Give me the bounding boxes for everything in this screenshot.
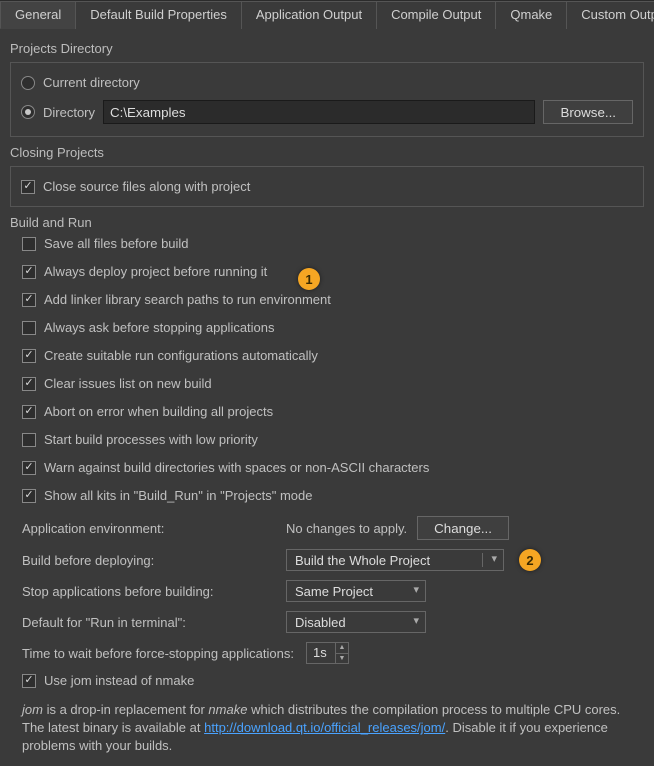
tab-custom-output-parsers[interactable]: Custom Output Parsers xyxy=(566,1,654,29)
checkbox-br-6-label: Abort on error when building all project… xyxy=(44,404,273,419)
checkbox-close-source-files[interactable] xyxy=(21,180,35,194)
checkbox-br-8[interactable] xyxy=(22,461,36,475)
checkbox-br-8-label: Warn against build directories with spac… xyxy=(44,460,429,475)
checkbox-br-7[interactable] xyxy=(22,433,36,447)
closing-projects-title: Closing Projects xyxy=(10,145,644,160)
default-terminal-label: Default for "Run in terminal": xyxy=(22,615,286,630)
checkbox-br-3-label: Always ask before stopping applications xyxy=(44,320,275,335)
default-terminal-value: Disabled xyxy=(295,615,346,630)
checkbox-br-7-label: Start build processes with low priority xyxy=(44,432,258,447)
build-before-deploy-combo[interactable]: Build the Whole Project xyxy=(286,549,504,571)
spin-down-icon[interactable]: ▼ xyxy=(336,653,348,664)
tab-qmake[interactable]: Qmake xyxy=(495,1,567,29)
projects-directory-title: Projects Directory xyxy=(10,41,644,56)
checkbox-br-0-label: Save all files before build xyxy=(44,236,189,251)
checkbox-br-0[interactable] xyxy=(22,237,36,251)
callout-1: 1 xyxy=(298,268,320,290)
radio-current-directory[interactable] xyxy=(21,76,35,90)
checkbox-br-9[interactable] xyxy=(22,489,36,503)
checkbox-br-1[interactable] xyxy=(22,265,36,279)
browse-button[interactable]: Browse... xyxy=(543,100,633,124)
checkbox-br-6[interactable] xyxy=(22,405,36,419)
jom-note: jom is a drop-in replacement for nmake w… xyxy=(10,701,644,756)
checkbox-br-2-label: Add linker library search paths to run e… xyxy=(44,292,331,307)
checkbox-br-5-label: Clear issues list on new build xyxy=(44,376,212,391)
nmake-term: nmake xyxy=(208,702,247,717)
checkbox-br-1-label: Always deploy project before running it xyxy=(44,264,267,279)
default-terminal-combo[interactable]: Disabled xyxy=(286,611,426,633)
stop-apps-value: Same Project xyxy=(295,584,373,599)
general-panel: Projects Directory Current directory Dir… xyxy=(0,29,654,766)
spin-up-icon[interactable]: ▲ xyxy=(336,643,348,653)
stop-apps-label: Stop applications before building: xyxy=(22,584,286,599)
wait-time-label: Time to wait before force-stopping appli… xyxy=(22,646,306,661)
tabbar: General Default Build Properties Applica… xyxy=(0,0,654,29)
tab-application-output[interactable]: Application Output xyxy=(241,1,377,29)
wait-time-spin[interactable]: 1s ▲ ▼ xyxy=(306,642,349,664)
directory-input[interactable] xyxy=(103,100,535,124)
radio-current-directory-label: Current directory xyxy=(43,75,140,90)
checkbox-br-4-label: Create suitable run configurations autom… xyxy=(44,348,318,363)
radio-directory[interactable] xyxy=(21,105,35,119)
checkbox-close-source-files-label: Close source files along with project xyxy=(43,179,250,194)
stop-apps-combo[interactable]: Same Project xyxy=(286,580,426,602)
tab-general[interactable]: General xyxy=(0,1,76,29)
app-env-label: Application environment: xyxy=(22,521,286,536)
checkbox-br-2[interactable] xyxy=(22,293,36,307)
checkbox-use-jom[interactable] xyxy=(22,674,36,688)
radio-directory-label: Directory xyxy=(43,105,95,120)
checkbox-br-5[interactable] xyxy=(22,377,36,391)
tab-compile-output[interactable]: Compile Output xyxy=(376,1,496,29)
closing-projects-group: Close source files along with project xyxy=(10,166,644,207)
checkbox-br-4[interactable] xyxy=(22,349,36,363)
change-button[interactable]: Change... xyxy=(417,516,509,540)
callout-2: 2 xyxy=(519,549,541,571)
checkbox-use-jom-label: Use jom instead of nmake xyxy=(44,673,194,688)
projects-directory-group: Current directory Directory Browse... xyxy=(10,62,644,137)
tab-default-build-properties[interactable]: Default Build Properties xyxy=(75,1,242,29)
app-env-status: No changes to apply. xyxy=(286,521,407,536)
build-before-deploy-label: Build before deploying: xyxy=(22,553,286,568)
jom-term: jom xyxy=(22,702,43,717)
checkbox-br-9-label: Show all kits in "Build_Run" in "Project… xyxy=(44,488,312,503)
build-and-run-title: Build and Run xyxy=(10,215,644,230)
jom-link[interactable]: http://download.qt.io/official_releases/… xyxy=(204,720,445,735)
build-before-deploy-value: Build the Whole Project xyxy=(295,553,430,568)
wait-time-value: 1s xyxy=(307,643,335,663)
checkbox-br-3[interactable] xyxy=(22,321,36,335)
